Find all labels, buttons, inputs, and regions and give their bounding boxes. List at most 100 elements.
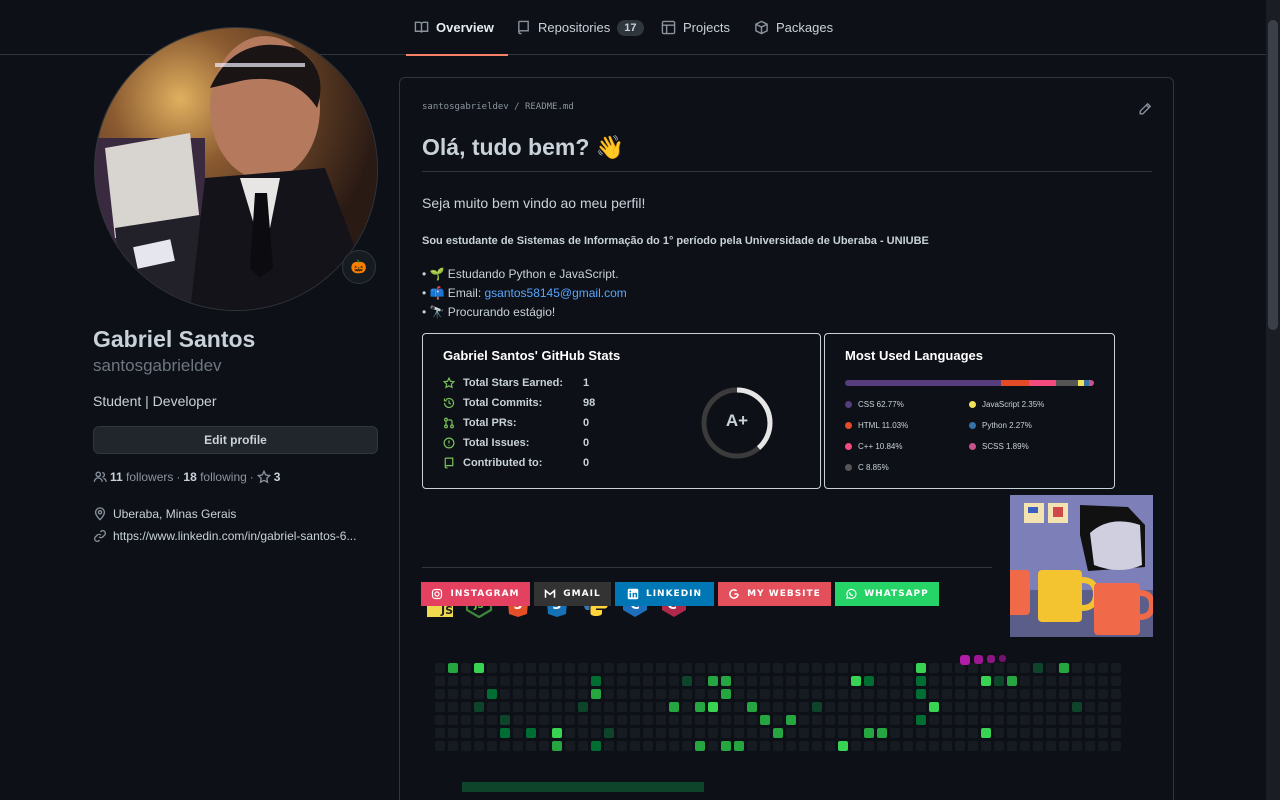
contribution-cell [1046, 689, 1056, 699]
contribution-cell [448, 689, 458, 699]
readme-card: santosgabrieldev / README.md Olá, tudo b… [399, 77, 1174, 800]
contribution-cell [565, 728, 575, 738]
contribution-cell [565, 663, 575, 673]
tab-packages[interactable]: Packages [754, 0, 833, 55]
star-icon [256, 470, 271, 484]
tab-overview[interactable]: Overview [406, 0, 508, 56]
contribution-cell [838, 663, 848, 673]
contribution-cell [799, 728, 809, 738]
contribution-cell [877, 741, 887, 751]
contribution-cell [578, 663, 588, 673]
instagram-badge[interactable]: INSTAGRAM [421, 582, 530, 606]
contribution-cell [1020, 741, 1030, 751]
contribution-cell [656, 741, 666, 751]
contribution-cell [643, 741, 653, 751]
tab-repositories[interactable]: Repositories 17 [516, 0, 644, 55]
contribution-cell [565, 715, 575, 725]
contribution-cell [994, 663, 1004, 673]
contribution-cell [838, 689, 848, 699]
stars-link[interactable]: 3 [256, 470, 280, 484]
contribution-cell [760, 728, 770, 738]
tab-projects[interactable]: Projects [661, 0, 730, 55]
snake-segment [960, 655, 970, 665]
my-website-badge[interactable]: MY WEBSITE [718, 582, 831, 606]
contribution-cell [526, 676, 536, 686]
contribution-cell [721, 741, 731, 751]
contribution-cell [1059, 728, 1069, 738]
contribution-cell [435, 689, 445, 699]
scrollbar[interactable] [1266, 0, 1280, 800]
contribution-cell [1033, 741, 1043, 751]
contribution-cell [539, 663, 549, 673]
github-stats-card[interactable]: Gabriel Santos' GitHub Stats Total Stars… [422, 333, 821, 489]
contribution-cell [968, 676, 978, 686]
avatar[interactable] [94, 27, 378, 311]
contribution-cell [1085, 689, 1095, 699]
contribution-cell [617, 702, 627, 712]
profile-full-name: Gabriel Santos [93, 326, 256, 352]
edit-profile-button[interactable]: Edit profile [93, 426, 378, 454]
contribution-cell [695, 728, 705, 738]
contribution-cell [617, 663, 627, 673]
contribution-cell [643, 676, 653, 686]
language-label: C 8.85% [858, 463, 889, 472]
contribution-cell [1033, 702, 1043, 712]
stat-value: 0 [583, 437, 590, 449]
language-dot [845, 422, 852, 429]
linkedin-badge[interactable]: LINKEDIN [615, 582, 714, 606]
contribution-cell [487, 676, 497, 686]
contribution-cell [1007, 715, 1017, 725]
contribution-cell [578, 728, 588, 738]
contribution-cell [500, 715, 510, 725]
readme-owner-link[interactable]: santosgabrieldev [422, 102, 509, 112]
website-link[interactable]: https://www.linkedin.com/in/gabriel-sant… [113, 529, 356, 543]
contribution-cell [851, 663, 861, 673]
contribution-cell [604, 702, 614, 712]
contribution-cell [526, 741, 536, 751]
whatsapp-badge[interactable]: WHATSAPP [835, 582, 939, 606]
contribution-cell [630, 676, 640, 686]
contribution-cell [604, 728, 614, 738]
contribution-cell [721, 728, 731, 738]
followers-link[interactable]: 11 followers [110, 470, 173, 484]
stat-value: 1 [583, 377, 590, 389]
gmail-badge[interactable]: GMAIL [534, 582, 611, 606]
contribution-cell [1098, 689, 1108, 699]
contribution-cell [903, 663, 913, 673]
contribution-cell [786, 741, 796, 751]
contribution-cell [994, 689, 1004, 699]
website-row[interactable]: https://www.linkedin.com/in/gabriel-sant… [93, 529, 356, 543]
languages-card[interactable]: Most Used Languages CSS 62.77% JavaScrip… [824, 333, 1115, 489]
pencil-icon[interactable] [1138, 102, 1152, 116]
contribution-cell [955, 715, 965, 725]
readme-list: • 🌱 Estudando Python e JavaScript. • 📫 E… [422, 265, 627, 322]
list-item: • 🔭 Procurando estágio! [422, 305, 556, 319]
email-link[interactable]: gsantos58145@gmail.com [484, 286, 626, 300]
contribution-cell [1111, 728, 1121, 738]
contribution-cell [968, 715, 978, 725]
contribution-cell [448, 741, 458, 751]
scrollbar-thumb[interactable] [1268, 20, 1278, 330]
contribution-cell [734, 715, 744, 725]
language-legend-item: C 8.85% [845, 463, 889, 472]
readme-welcome: Seja muito bem vindo ao meu perfil! [422, 195, 646, 211]
language-bar-segment [1055, 380, 1078, 386]
following-link[interactable]: 18 following [183, 470, 246, 484]
contribution-cell [474, 663, 484, 673]
contribution-cell [669, 663, 679, 673]
contribution-cell [617, 676, 627, 686]
contribution-cell [942, 728, 952, 738]
contribution-cell [669, 676, 679, 686]
language-bar-segment [1028, 380, 1056, 386]
contribution-cell [1020, 689, 1030, 699]
contribution-cell [708, 728, 718, 738]
status-emoji-button[interactable]: 🎃 [342, 250, 376, 284]
contribution-cell [500, 741, 510, 751]
contribution-cell [812, 741, 822, 751]
contribution-cell [539, 741, 549, 751]
contribution-cell [552, 715, 562, 725]
follow-stats: 11 followers · 18 following · 3 [93, 470, 280, 484]
contribution-cell [578, 715, 588, 725]
contribution-cell [1085, 676, 1095, 686]
contribution-cell [799, 741, 809, 751]
